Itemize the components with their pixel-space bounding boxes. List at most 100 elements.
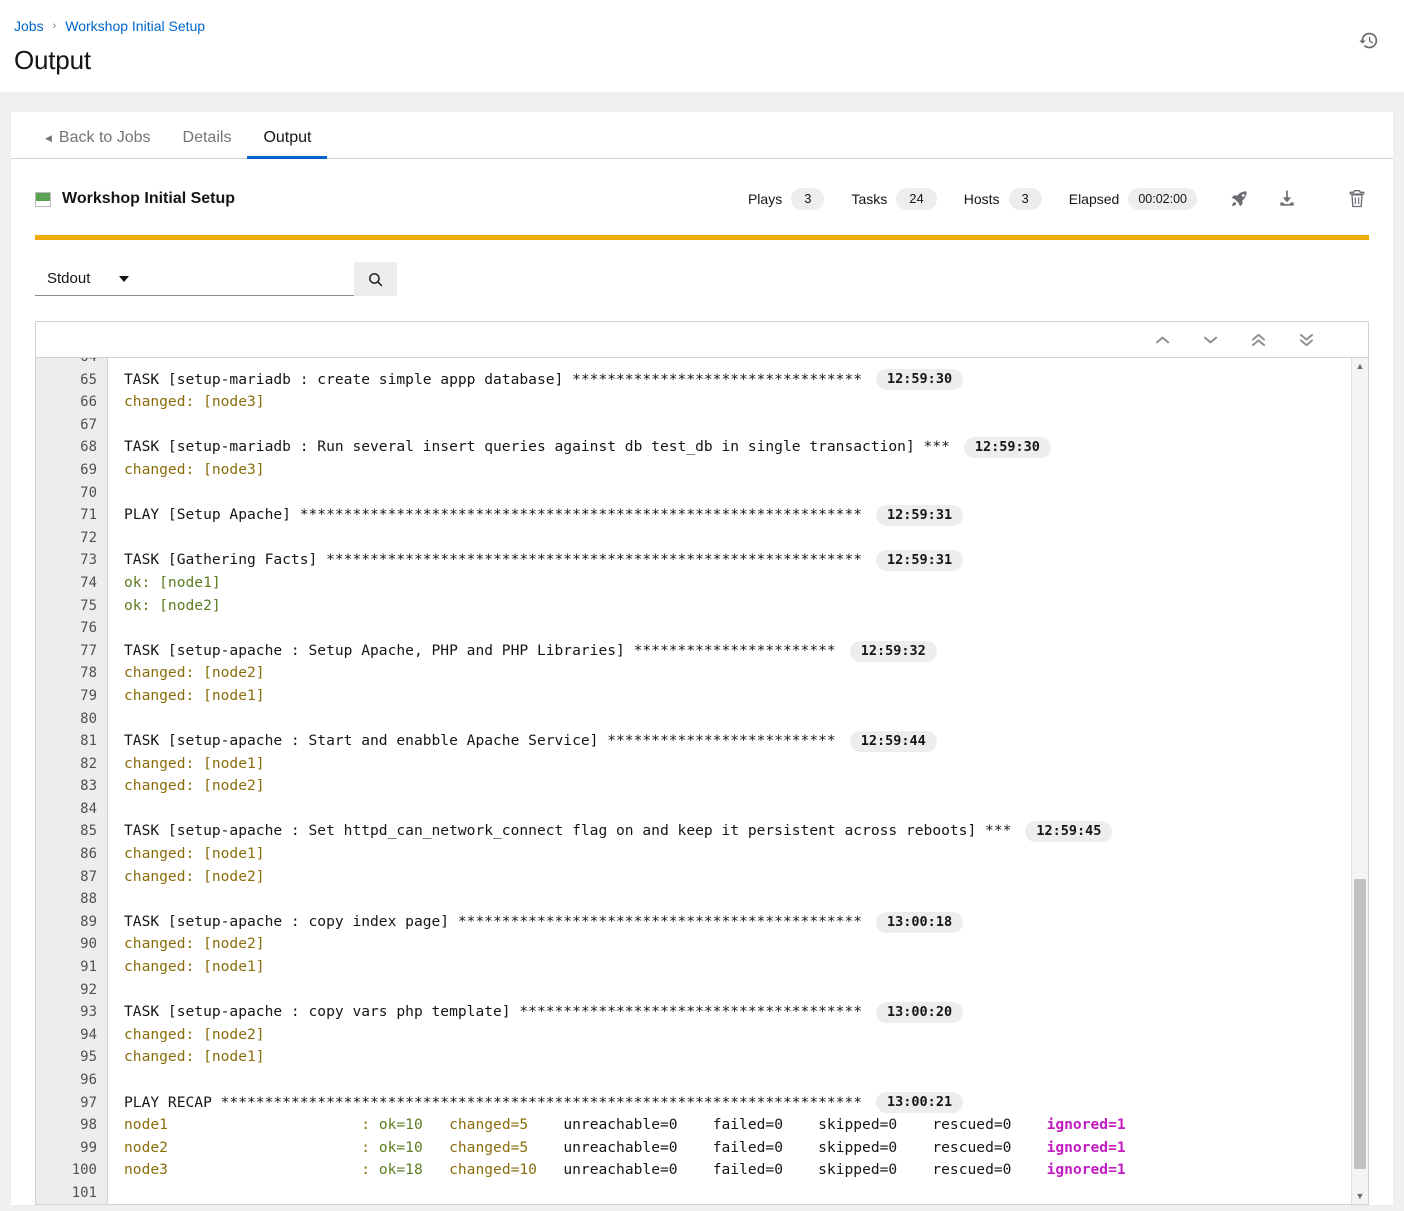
scroll-first-icon[interactable] xyxy=(1234,323,1282,357)
search-button[interactable] xyxy=(353,262,397,296)
job-stats: Plays 3 Tasks 24 Hosts 3 Elapsed 00:02:0… xyxy=(748,187,1369,211)
terminal-line: 84 xyxy=(36,798,1368,821)
line-number: 77 xyxy=(80,642,97,659)
line-content: changed: [node1] xyxy=(108,1046,265,1069)
scrollbar-thumb[interactable] xyxy=(1354,879,1366,1169)
line-segment: changed: [node1] xyxy=(124,754,265,772)
line-timestamp: 13:00:20 xyxy=(876,1002,964,1024)
output-scrollbar[interactable]: ▲ ▼ xyxy=(1351,358,1368,1204)
line-segment: changed: [node1] xyxy=(124,686,265,704)
terminal-line: 72 xyxy=(36,527,1368,550)
line-number: 65 xyxy=(80,371,97,388)
line-number: 68 xyxy=(80,439,97,456)
history-icon[interactable] xyxy=(1354,26,1382,54)
line-content: changed: [node1] xyxy=(108,753,265,776)
terminal-line: 75 ok: [node2] xyxy=(36,595,1368,618)
line-number: 91 xyxy=(80,959,97,976)
line-segment: node1 : xyxy=(124,1116,379,1134)
line-segment: changed: [node2] xyxy=(124,935,265,953)
line-timestamp: 13:00:21 xyxy=(876,1092,964,1114)
line-number: 70 xyxy=(80,484,97,501)
line-number: 66 xyxy=(80,394,97,411)
line-segment: ok=10 xyxy=(378,1116,423,1134)
line-content: changed: [node2] xyxy=(108,775,265,798)
line-segment: ok=10 xyxy=(378,1138,423,1156)
scrollbar-down-icon[interactable]: ▼ xyxy=(1352,1188,1368,1204)
line-segment: TASK [setup-apache : Set httpd_can_netwo… xyxy=(124,822,1012,840)
line-segment: TASK [setup-mariadb : Run several insert… xyxy=(124,438,950,456)
terminal-line: 79 changed: [node1] xyxy=(36,685,1368,708)
breadcrumb-current-link[interactable]: Workshop Initial Setup xyxy=(65,18,205,34)
terminal-line: 92 xyxy=(36,979,1368,1002)
line-segment: changed: [node1] xyxy=(124,845,265,863)
line-content: TASK [setup-mariadb : create simple appp… xyxy=(108,369,964,392)
line-content: changed: [node2] xyxy=(108,662,265,685)
line-content: ok: [node1] xyxy=(108,572,221,595)
line-number: 67 xyxy=(80,416,97,433)
terminal-line: 91 changed: [node1] xyxy=(36,956,1368,979)
line-segment: ok=18 xyxy=(378,1161,423,1179)
output-search-row: Stdout xyxy=(35,262,397,296)
line-content: TASK [setup-apache : copy vars php templ… xyxy=(108,1001,964,1024)
breadcrumb-jobs-link[interactable]: Jobs xyxy=(14,18,44,34)
terminal-line: 89 TASK [setup-apache : copy index page] … xyxy=(36,911,1368,934)
download-icon[interactable] xyxy=(1275,187,1299,211)
tab-output-label: Output xyxy=(263,129,312,146)
line-content: TASK [Gathering Facts] *****************… xyxy=(108,549,964,572)
scroll-last-icon[interactable] xyxy=(1282,323,1330,357)
delete-icon[interactable] xyxy=(1345,187,1369,211)
line-segment: changed: [node2] xyxy=(124,1025,265,1043)
line-timestamp: 12:59:45 xyxy=(1025,821,1113,843)
relaunch-icon[interactable] xyxy=(1227,187,1251,211)
page-title: Output xyxy=(14,45,91,75)
scroll-next-icon[interactable] xyxy=(1186,323,1234,357)
line-segment: changed: [node3] xyxy=(124,393,265,411)
line-number: 86 xyxy=(80,846,97,863)
line-content: changed: [node2] xyxy=(108,933,265,956)
line-number: 81 xyxy=(80,733,97,750)
line-number: 79 xyxy=(80,687,97,704)
line-number: 94 xyxy=(80,1026,97,1043)
tab-back-to-jobs[interactable]: ◀ Back to Jobs xyxy=(35,130,167,158)
line-segment xyxy=(423,1159,449,1182)
line-number: 74 xyxy=(80,574,97,591)
line-number: 87 xyxy=(80,868,97,885)
line-timestamp: 12:59:31 xyxy=(876,504,964,526)
tab-output[interactable]: Output xyxy=(247,129,328,159)
terminal-line: 96 xyxy=(36,1069,1368,1092)
search-input[interactable] xyxy=(138,262,354,296)
line-number: 84 xyxy=(80,800,97,817)
stat-elapsed-value: 00:02:00 xyxy=(1128,188,1197,210)
line-content: TASK [setup-apache : Setup Apache, PHP a… xyxy=(108,640,937,663)
line-segment: changed=10 xyxy=(449,1161,537,1179)
line-number: 76 xyxy=(80,620,97,637)
scroll-previous-icon[interactable] xyxy=(1138,323,1186,357)
terminal-lines: 64 65 TASK [setup-mariadb : create simple … xyxy=(36,358,1368,1204)
stat-tasks: Tasks 24 xyxy=(851,188,937,210)
line-content: PLAY RECAP *****************************… xyxy=(108,1092,964,1115)
line-content: node2 : ok=10 changed=5 unreachable=0 fa… xyxy=(108,1137,1126,1160)
line-segment: changed=5 xyxy=(449,1138,529,1156)
line-content: node3 : ok=18 changed=10 unreachable=0 f… xyxy=(108,1159,1126,1182)
line-content: changed: [node1] xyxy=(108,843,265,866)
scrollbar-up-icon[interactable]: ▲ xyxy=(1352,358,1368,374)
line-number: 95 xyxy=(80,1049,97,1066)
terminal-line: 97 PLAY RECAP ***************************… xyxy=(36,1092,1368,1115)
line-number: 85 xyxy=(80,823,97,840)
stdout-filter-select[interactable]: Stdout xyxy=(35,262,139,296)
line-content: TASK [setup-apache : copy index page] **… xyxy=(108,911,964,934)
line-segment: ignored=1 xyxy=(1046,1116,1126,1134)
stat-hosts-label: Hosts xyxy=(963,191,1000,207)
line-number: 97 xyxy=(80,1094,97,1111)
terminal-line: 67 xyxy=(36,414,1368,437)
output-scroll-toolbar xyxy=(36,322,1368,358)
line-number: 101 xyxy=(71,1184,97,1201)
line-timestamp: 12:59:30 xyxy=(963,437,1051,459)
tab-details-label: Details xyxy=(182,129,232,146)
line-number: 72 xyxy=(80,529,97,546)
terminal-line: 64 xyxy=(36,358,1368,369)
line-segment: changed: [node2] xyxy=(124,664,265,682)
tab-details[interactable]: Details xyxy=(167,130,248,158)
stat-elapsed: Elapsed 00:02:00 xyxy=(1069,188,1197,210)
line-segment: changed: [node3] xyxy=(124,460,265,478)
